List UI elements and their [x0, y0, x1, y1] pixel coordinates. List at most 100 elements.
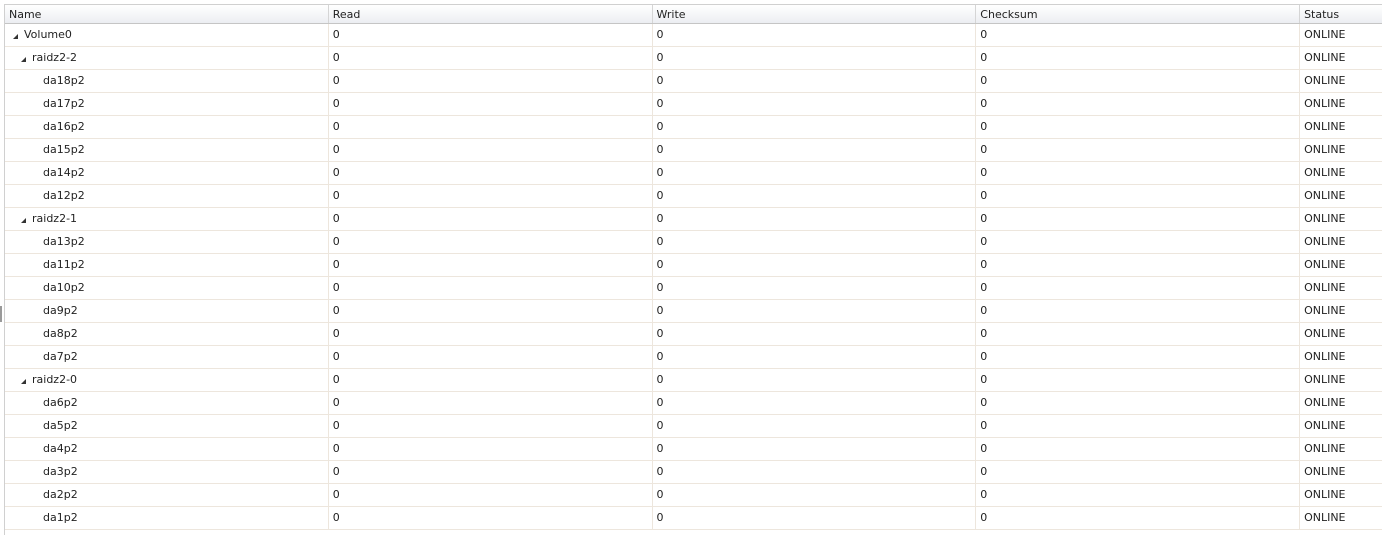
name-wrap: da11p2 — [9, 254, 85, 276]
name-cell: da2p2 — [5, 484, 329, 506]
write-cell: 0 — [653, 277, 977, 299]
table-row[interactable]: da13p2 0 0 0 ONLINE — [5, 231, 1382, 254]
table-row[interactable]: da17p2 0 0 0 ONLINE — [5, 93, 1382, 116]
table-row[interactable]: da12p2 0 0 0 ONLINE — [5, 185, 1382, 208]
checksum-cell: 0 — [976, 47, 1301, 69]
write-cell: 0 — [653, 208, 977, 230]
read-cell: 0 — [329, 208, 653, 230]
checksum-cell: 0 — [976, 254, 1301, 276]
read-cell: 0 — [329, 392, 653, 414]
name-wrap: da8p2 — [9, 323, 78, 345]
write-cell: 0 — [653, 415, 977, 437]
name-wrap: da5p2 — [9, 415, 78, 437]
read-cell: 0 — [329, 346, 653, 368]
column-header-status[interactable]: Status — [1300, 5, 1382, 23]
read-cell: 0 — [329, 369, 653, 391]
column-header-checksum[interactable]: Checksum — [976, 5, 1301, 23]
table-row[interactable]: da5p2 0 0 0 ONLINE — [5, 415, 1382, 438]
name-wrap: da14p2 — [9, 162, 85, 184]
name-wrap: da2p2 — [9, 484, 78, 506]
table-row[interactable]: da6p2 0 0 0 ONLINE — [5, 392, 1382, 415]
read-cell: 0 — [329, 162, 653, 184]
status-cell: ONLINE — [1304, 281, 1346, 294]
name-wrap: da3p2 — [9, 461, 78, 483]
read-cell: 0 — [329, 116, 653, 138]
row-name-label: da8p2 — [43, 327, 78, 340]
row-name-label: da4p2 — [43, 442, 78, 455]
status-cell: ONLINE — [1304, 189, 1346, 202]
expand-triangle-icon[interactable] — [21, 56, 26, 62]
checksum-cell: 0 — [976, 415, 1301, 437]
status-cell: ONLINE — [1304, 511, 1346, 524]
name-wrap: Volume0 — [9, 24, 72, 46]
expand-triangle-icon[interactable] — [21, 217, 26, 223]
table-row[interactable]: raidz2-0 0 0 0 ONLINE — [5, 369, 1382, 392]
row-name-label: da7p2 — [43, 350, 78, 363]
table-row[interactable]: da4p2 0 0 0 ONLINE — [5, 438, 1382, 461]
name-cell: raidz2-1 — [5, 208, 329, 230]
checksum-cell: 0 — [976, 208, 1301, 230]
name-wrap: da18p2 — [9, 70, 85, 92]
table-row[interactable]: Volume0 0 0 0 ONLINE — [5, 24, 1382, 47]
name-cell: da7p2 — [5, 346, 329, 368]
name-cell: da14p2 — [5, 162, 329, 184]
table-row[interactable]: raidz2-2 0 0 0 ONLINE — [5, 47, 1382, 70]
status-cell: ONLINE — [1304, 419, 1346, 432]
status-cell: ONLINE — [1304, 327, 1346, 340]
column-header-name[interactable]: Name — [5, 5, 329, 23]
name-wrap: da16p2 — [9, 116, 85, 138]
name-cell: da1p2 — [5, 507, 329, 529]
table-row[interactable]: da8p2 0 0 0 ONLINE — [5, 323, 1382, 346]
checksum-cell: 0 — [976, 70, 1301, 92]
expand-triangle-icon[interactable] — [21, 378, 26, 384]
table-row[interactable]: da10p2 0 0 0 ONLINE — [5, 277, 1382, 300]
table-row[interactable]: raidz2-1 0 0 0 ONLINE — [5, 208, 1382, 231]
write-cell: 0 — [653, 162, 977, 184]
status-cell: ONLINE — [1304, 235, 1346, 248]
checksum-cell: 0 — [976, 139, 1301, 161]
table-row[interactable]: da1p2 0 0 0 ONLINE — [5, 507, 1382, 530]
table-row[interactable]: da2p2 0 0 0 ONLINE — [5, 484, 1382, 507]
row-name-label: da6p2 — [43, 396, 78, 409]
table-row[interactable]: da3p2 0 0 0 ONLINE — [5, 461, 1382, 484]
read-cell: 0 — [329, 323, 653, 345]
table-row[interactable]: da11p2 0 0 0 ONLINE — [5, 254, 1382, 277]
column-header-read[interactable]: Read — [329, 5, 653, 23]
status-cell: ONLINE — [1304, 212, 1346, 225]
expand-triangle-icon[interactable] — [13, 33, 18, 39]
row-name-label: da3p2 — [43, 465, 78, 478]
read-cell: 0 — [329, 415, 653, 437]
read-cell: 0 — [329, 139, 653, 161]
row-name-label: da14p2 — [43, 166, 85, 179]
write-cell: 0 — [653, 185, 977, 207]
table-row[interactable]: da15p2 0 0 0 ONLINE — [5, 139, 1382, 162]
name-wrap: da7p2 — [9, 346, 78, 368]
status-cell: ONLINE — [1304, 442, 1346, 455]
status-cell: ONLINE — [1304, 166, 1346, 179]
name-cell: da16p2 — [5, 116, 329, 138]
status-cell: ONLINE — [1304, 28, 1346, 41]
row-name-label: da11p2 — [43, 258, 85, 271]
table-row[interactable]: da9p2 0 0 0 ONLINE — [5, 300, 1382, 323]
status-cell: ONLINE — [1304, 465, 1346, 478]
status-cell: ONLINE — [1304, 373, 1346, 386]
column-header-write[interactable]: Write — [653, 5, 977, 23]
splitter-handle[interactable] — [0, 306, 2, 322]
table-row[interactable]: da16p2 0 0 0 ONLINE — [5, 116, 1382, 139]
status-cell: ONLINE — [1304, 258, 1346, 271]
status-cell: ONLINE — [1304, 396, 1346, 409]
read-cell: 0 — [329, 507, 653, 529]
table-row[interactable]: da18p2 0 0 0 ONLINE — [5, 70, 1382, 93]
row-name-label: raidz2-2 — [32, 51, 78, 64]
checksum-cell: 0 — [976, 507, 1301, 529]
name-wrap: raidz2-1 — [9, 208, 77, 230]
row-name-label: da2p2 — [43, 488, 78, 501]
name-cell: da4p2 — [5, 438, 329, 460]
read-cell: 0 — [329, 277, 653, 299]
table-row[interactable]: da7p2 0 0 0 ONLINE — [5, 346, 1382, 369]
name-cell: da11p2 — [5, 254, 329, 276]
status-cell: ONLINE — [1304, 143, 1346, 156]
status-cell: ONLINE — [1304, 350, 1346, 363]
table-row[interactable]: da14p2 0 0 0 ONLINE — [5, 162, 1382, 185]
name-wrap: da12p2 — [9, 185, 85, 207]
